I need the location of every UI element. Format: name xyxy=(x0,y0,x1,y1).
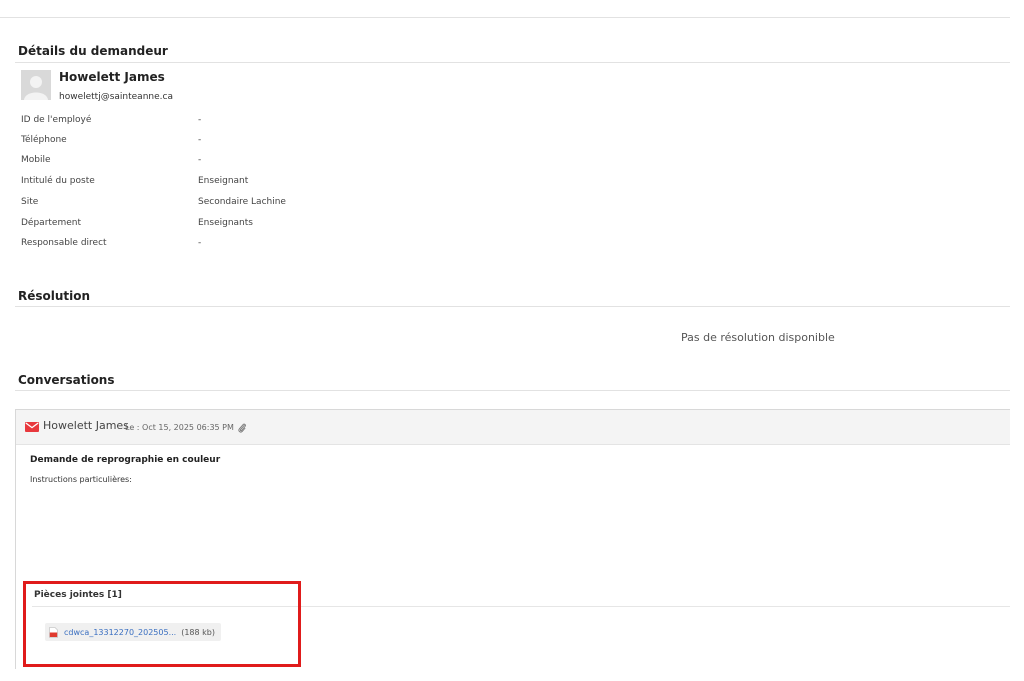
detail-value-phone: - xyxy=(198,135,202,145)
conversations-section-divider xyxy=(15,390,1010,391)
conversation-subject: Demande de reprographie en couleur xyxy=(30,455,221,465)
attachment-file-size: (188 kb) xyxy=(181,627,215,637)
attachments-divider xyxy=(32,606,1010,607)
detail-label-mobile: Mobile xyxy=(21,155,51,165)
requester-name[interactable]: Howelett James xyxy=(59,70,165,84)
requester-section-title: Détails du demandeur xyxy=(18,44,168,58)
detail-value-job-title: Enseignant xyxy=(198,176,249,186)
mail-icon xyxy=(25,422,39,432)
detail-label-employee-id: ID de l'employé xyxy=(21,115,92,125)
requester-section-divider xyxy=(15,62,1010,63)
attachment-chip[interactable]: cdwca_13312270_202505... (188 kb) xyxy=(45,623,221,641)
conversation-date: Le : Oct 15, 2025 06:35 PM xyxy=(125,423,234,432)
detail-value-employee-id: - xyxy=(198,115,202,125)
conversation-header[interactable]: Howelett James Le : Oct 15, 2025 06:35 P… xyxy=(16,410,1010,445)
resolution-section-title: Résolution xyxy=(18,289,91,303)
resolution-section-divider xyxy=(15,306,1010,307)
pdf-file-icon xyxy=(49,626,58,638)
detail-value-manager: - xyxy=(198,238,202,248)
detail-value-mobile: - xyxy=(198,155,202,165)
conversation-card: Howelett James Le : Oct 15, 2025 06:35 P… xyxy=(15,409,1010,669)
conversation-author: Howelett James xyxy=(43,419,129,432)
requester-email: howelettj@sainteanne.ca xyxy=(59,92,173,102)
page: Détails du demandeur Howelett James howe… xyxy=(0,0,1024,681)
avatar-placeholder-icon xyxy=(21,70,51,100)
detail-value-department: Enseignants xyxy=(198,218,253,228)
detail-value-site: Secondaire Lachine xyxy=(198,197,286,207)
detail-label-manager: Responsable direct xyxy=(21,238,107,248)
conversation-body: Instructions particulières: xyxy=(30,475,132,484)
detail-label-job-title: Intitulé du poste xyxy=(21,176,95,186)
attachments-title: Pièces jointes [1] xyxy=(34,590,122,600)
detail-label-phone: Téléphone xyxy=(21,135,67,145)
detail-label-site: Site xyxy=(21,197,39,207)
top-divider xyxy=(0,17,1010,18)
detail-label-department: Département xyxy=(21,218,81,228)
resolution-empty-message: Pas de résolution disponible xyxy=(681,331,835,344)
paperclip-icon xyxy=(238,423,246,433)
conversations-section-title: Conversations xyxy=(18,373,115,387)
attachment-file-link[interactable]: cdwca_13312270_202505... xyxy=(64,628,176,637)
avatar xyxy=(21,70,51,100)
